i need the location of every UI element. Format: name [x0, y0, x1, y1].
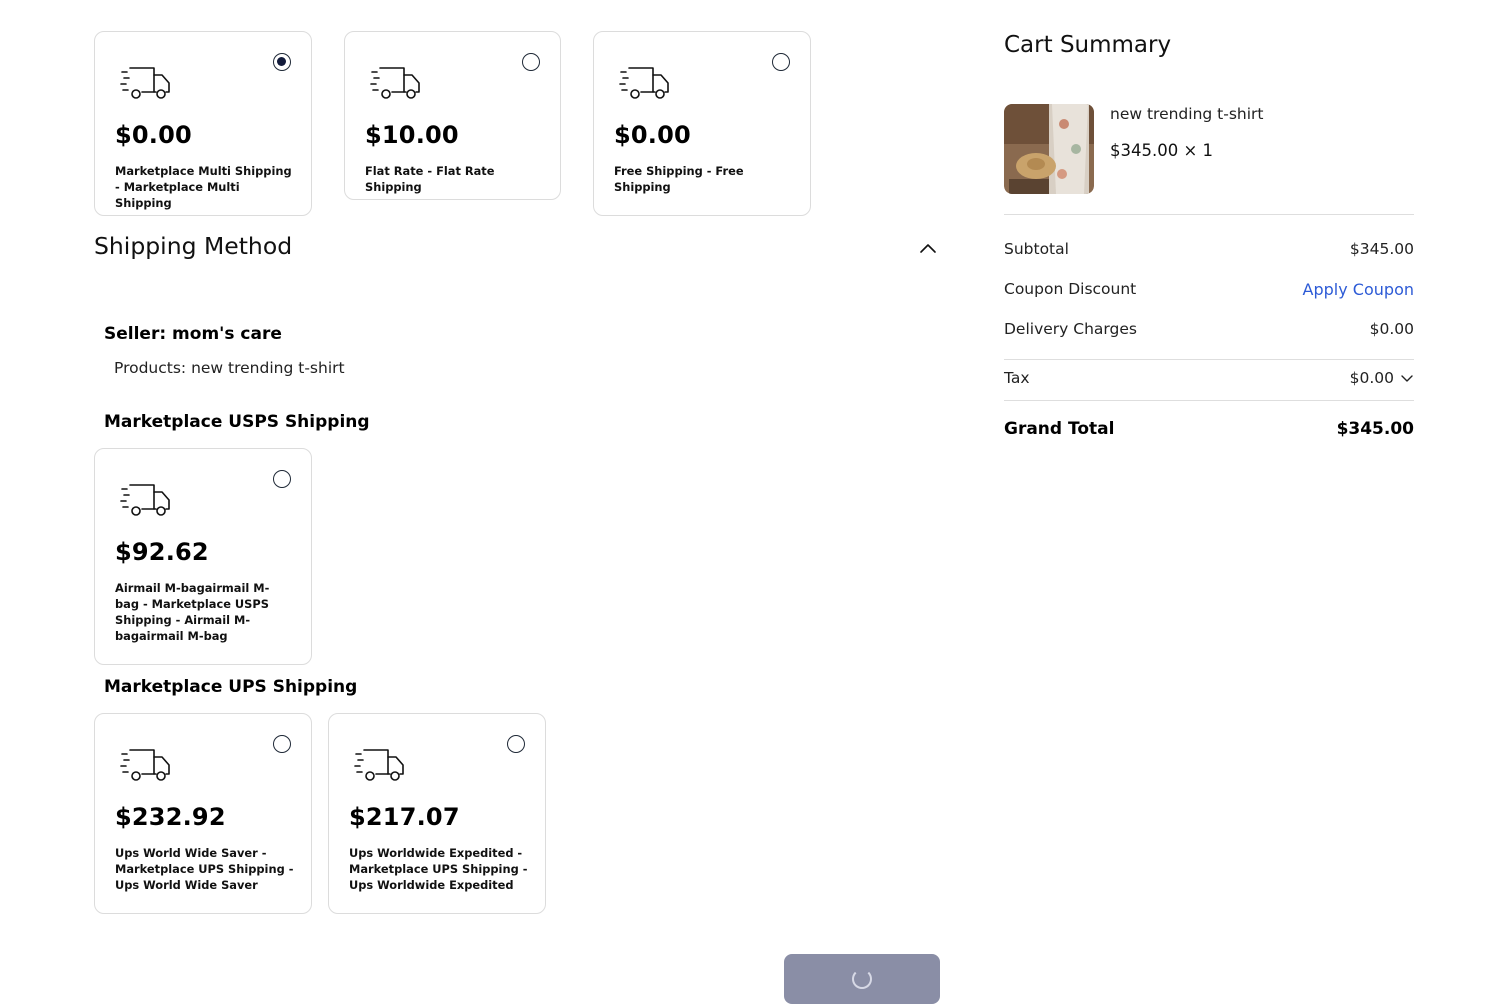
shipping-radio[interactable]: [273, 470, 291, 488]
cart-item-price-qty: $345.00 × 1: [1110, 141, 1214, 160]
shipping-option-card[interactable]: $0.00 Free Shipping - Free Shipping: [593, 31, 811, 216]
truck-icon: [120, 484, 170, 516]
tax-toggle[interactable]: $0.00: [1350, 369, 1414, 387]
truck-icon: [120, 749, 170, 781]
shipping-price: $0.00: [115, 121, 192, 149]
shipping-radio[interactable]: [273, 53, 291, 71]
truck-icon: [354, 749, 404, 781]
shipping-price: $217.07: [349, 803, 460, 831]
tax-label: Tax: [1004, 369, 1030, 387]
grand-total-value: $345.00: [1336, 419, 1414, 439]
shipping-option-card[interactable]: $10.00 Flat Rate - Flat Rate Shipping: [344, 31, 561, 200]
divider: [1004, 214, 1414, 215]
shipping-option-card[interactable]: $232.92 Ups World Wide Saver - Marketpla…: [94, 713, 312, 914]
coupon-label: Coupon Discount: [1004, 280, 1137, 298]
cart-summary-title: Cart Summary: [1004, 32, 1172, 58]
chevron-down-icon: [1401, 375, 1413, 382]
shipping-label: Marketplace Multi Shipping - Marketplace…: [115, 164, 292, 210]
chevron-up-icon[interactable]: [918, 240, 938, 256]
shipping-radio[interactable]: [522, 53, 540, 71]
shipping-method-title: Shipping Method: [94, 232, 293, 260]
shipping-label: Ups Worldwide Expedited - Marketplace UP…: [349, 846, 528, 892]
apply-coupon-link[interactable]: Apply Coupon: [1303, 280, 1414, 299]
truck-icon: [370, 67, 420, 99]
subtotal-label: Subtotal: [1004, 240, 1069, 258]
shipping-price: $92.62: [115, 538, 209, 566]
shipping-radio[interactable]: [507, 735, 525, 753]
divider: [1004, 400, 1414, 401]
delivery-label: Delivery Charges: [1004, 320, 1137, 338]
shipping-label: Free Shipping - Free Shipping: [614, 164, 744, 194]
divider: [1004, 359, 1414, 360]
shipping-price: $232.92: [115, 803, 226, 831]
spinner-icon: [852, 969, 872, 989]
grand-total-label: Grand Total: [1004, 419, 1115, 439]
shipping-radio[interactable]: [273, 735, 291, 753]
delivery-value: $0.00: [1369, 320, 1414, 338]
shipping-option-card[interactable]: $92.62 Airmail M-bagairmail M-bag - Mark…: [94, 448, 312, 665]
seller-name: Seller: mom's care: [104, 324, 282, 344]
shipping-label: Flat Rate - Flat Rate Shipping: [365, 164, 495, 194]
shipping-label: Airmail M-bagairmail M-bag - Marketplace…: [115, 581, 270, 643]
tax-value: $0.00: [1349, 369, 1394, 387]
shipping-option-card[interactable]: $0.00 Marketplace Multi Shipping - Marke…: [94, 31, 312, 216]
shipping-price: $0.00: [614, 121, 691, 149]
shipping-radio[interactable]: [772, 53, 790, 71]
shipping-label: Ups World Wide Saver - Marketplace UPS S…: [115, 846, 294, 892]
ups-group-title: Marketplace UPS Shipping: [104, 677, 358, 697]
shipping-option-card[interactable]: $217.07 Ups Worldwide Expedited - Market…: [328, 713, 546, 914]
product-thumbnail: [1004, 104, 1094, 194]
cart-item-name: new trending t-shirt: [1110, 105, 1264, 123]
usps-group-title: Marketplace USPS Shipping: [104, 412, 370, 432]
subtotal-value: $345.00: [1349, 240, 1414, 258]
shipping-price: $10.00: [365, 121, 459, 149]
truck-icon: [619, 67, 669, 99]
seller-products: Products: new trending t-shirt: [114, 359, 345, 377]
submit-button-loading[interactable]: [784, 954, 940, 1004]
truck-icon: [120, 67, 170, 99]
